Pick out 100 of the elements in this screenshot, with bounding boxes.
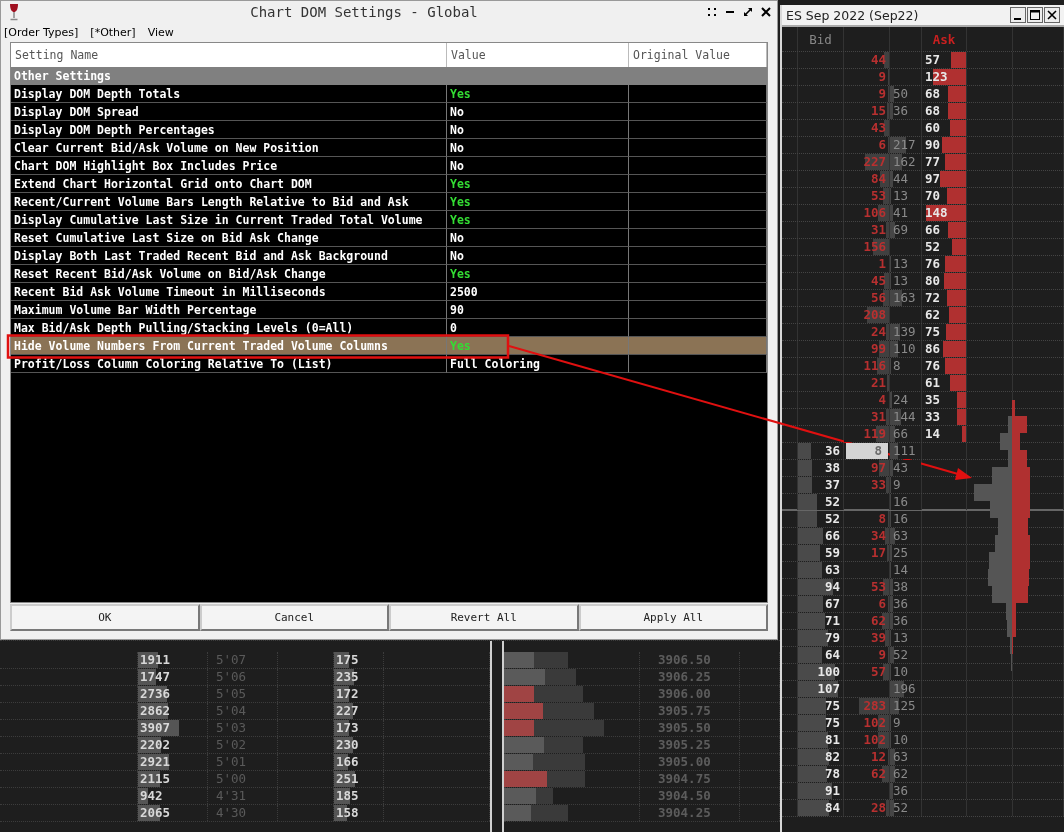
menu-item[interactable]: View — [147, 25, 174, 39]
ask-size: 52 — [922, 239, 966, 255]
setting-value[interactable]: Yes — [450, 176, 471, 191]
bid-size: 59 — [798, 545, 843, 561]
price-label: 3905.00 — [657, 754, 712, 770]
setting-value[interactable]: No — [450, 140, 464, 155]
recent-bid-volume: 119 — [844, 426, 889, 442]
setting-name: Display DOM Depth Totals — [14, 86, 181, 101]
ask-size: 35 — [922, 392, 966, 408]
settings-row[interactable]: Display DOM Spread No — [11, 103, 767, 121]
bid-size: 81 — [798, 732, 843, 748]
setting-value[interactable]: No — [450, 248, 464, 263]
time-label: 5'07 — [215, 652, 248, 668]
setting-value[interactable]: No — [450, 230, 464, 245]
settings-row[interactable]: Reset Recent Bid/Ask Volume on Bid/Ask Change Yes — [11, 265, 767, 283]
column-header: Original Value — [633, 48, 730, 62]
setting-name: Recent Bid Ask Volume Timeout in Milliseconds — [14, 284, 326, 299]
setting-name: Hide Volume Numbers From Current Traded Volume Columns — [14, 338, 388, 353]
traded-volume: 16 — [890, 494, 921, 510]
close-icon[interactable] — [1044, 7, 1060, 23]
settings-row[interactable]: Recent Bid Ask Volume Timeout in Milliseconds 2500 — [11, 283, 767, 301]
price-label: 3904.75 — [657, 771, 712, 787]
recent-bid-volume: 8 — [846, 443, 888, 459]
setting-value[interactable]: No — [450, 104, 464, 119]
time-label: 5'01 — [215, 754, 248, 770]
ask-size: 33 — [922, 409, 966, 425]
maximize-icon[interactable] — [1027, 7, 1043, 23]
settings-row[interactable]: Display DOM Depth Totals Yes — [11, 85, 767, 103]
ask-size: 68 — [922, 103, 966, 119]
bid-size: 107 — [798, 681, 843, 697]
dialog-button[interactable]: Revert All — [389, 604, 579, 631]
ask-size: 75 — [922, 324, 966, 340]
price-label: 3905.25 — [657, 737, 712, 753]
setting-name: Clear Current Bid/Ask Volume on New Position — [14, 140, 319, 155]
price-label: 3906.50 — [657, 652, 712, 668]
settings-row[interactable]: Maximum Volume Bar Width Percentage 90 — [11, 301, 767, 319]
close-icon[interactable] — [761, 7, 771, 17]
bid-size: 52 — [798, 494, 843, 510]
setting-value[interactable]: Yes — [450, 266, 471, 281]
dialog-button[interactable]: Cancel — [199, 604, 389, 631]
settings-row[interactable]: Extend Chart Horizontal Grid onto Chart DOM Yes — [11, 175, 767, 193]
price-label: 3904.50 — [657, 788, 712, 804]
bid-size: 79 — [798, 630, 843, 646]
setting-value[interactable]: Yes — [450, 194, 471, 209]
time-label: 5'03 — [215, 720, 248, 736]
ask-size: 60 — [922, 120, 966, 136]
time-label: 5'00 — [215, 771, 248, 787]
settings-row[interactable]: Chart DOM Highlight Box Includes Price No — [11, 157, 767, 175]
bid-size: 38 — [798, 460, 843, 476]
settings-row[interactable]: Recent/Current Volume Bars Length Relative to Bid and Ask Yes — [11, 193, 767, 211]
dialog-button[interactable]: Apply All — [578, 604, 768, 631]
settings-row[interactable]: Display Cumulative Last Size in Current Traded Total Volume Yes — [11, 211, 767, 229]
ask-size: 76 — [922, 256, 966, 272]
settings-row[interactable]: Max Bid/Ask Depth Pulling/Stacking Levels (0=All) 0 — [11, 319, 767, 337]
bid-size: 100 — [798, 664, 843, 680]
setting-value[interactable]: Full Coloring — [450, 356, 540, 371]
setting-name: Profit/Loss Column Coloring Relative To (List) — [14, 356, 333, 371]
setting-value[interactable]: 2500 — [450, 284, 478, 299]
time-label: 5'05 — [215, 686, 248, 702]
settings-row[interactable]: Reset Cumulative Last Size on Bid Ask Change No — [11, 229, 767, 247]
ask-size: 70 — [922, 188, 966, 204]
setting-value[interactable]: 0 — [450, 320, 457, 335]
resize-icon[interactable] — [743, 7, 753, 17]
ask-size: 66 — [922, 222, 966, 238]
setting-name: Maximum Volume Bar Width Percentage — [14, 302, 257, 317]
time-label: 5'04 — [215, 703, 248, 719]
settings-row[interactable]: Display Both Last Traded Recent Bid and Ask Background No — [11, 247, 767, 265]
setting-name: Reset Cumulative Last Size on Bid Ask Change — [14, 230, 319, 245]
traded-volume: 43 — [890, 460, 921, 476]
bid-size: 64 — [798, 647, 843, 663]
column-header: Value — [451, 48, 486, 62]
bid-size: 78 — [798, 766, 843, 782]
price-label: 3904.25 — [657, 805, 712, 821]
setting-value[interactable]: 90 — [450, 302, 464, 317]
ask-size: 76 — [922, 358, 966, 374]
settings-row[interactable]: Profit/Loss Column Coloring Relative To (List) Full Coloring — [11, 355, 767, 373]
setting-value[interactable]: Yes — [450, 86, 471, 101]
setting-value[interactable]: No — [450, 122, 464, 137]
settings-row[interactable]: Hide Volume Numbers From Current Traded Volume Columns Yes — [11, 337, 767, 355]
setting-name: Reset Recent Bid/Ask Volume on Bid/Ask Change — [14, 266, 326, 281]
bid-size: 91 — [798, 783, 843, 799]
setting-name: Extend Chart Horizontal Grid onto Chart DOM — [14, 176, 312, 191]
minimize-icon[interactable] — [1010, 7, 1026, 23]
setting-value[interactable]: No — [450, 158, 464, 173]
settings-row[interactable]: Clear Current Bid/Ask Volume on New Position No — [11, 139, 767, 157]
setting-name: Display DOM Spread — [14, 104, 139, 119]
menu-item[interactable]: [*Other] — [90, 25, 136, 39]
settings-row[interactable]: Display DOM Depth Percentages No — [11, 121, 767, 139]
ask-size: 57 — [922, 52, 966, 68]
grip-icon[interactable] — [707, 7, 717, 17]
setting-name: Display DOM Depth Percentages — [14, 122, 215, 137]
bid-size: 67 — [798, 596, 843, 612]
setting-value[interactable]: Yes — [450, 212, 471, 227]
price-label: 3905.50 — [657, 720, 712, 736]
menu-item[interactable]: [Order Types] — [4, 25, 79, 39]
dialog-button[interactable]: OK — [10, 604, 200, 631]
bid-size: 63 — [798, 562, 843, 578]
column-header: Bid — [809, 31, 832, 47]
setting-name: Chart DOM Highlight Box Includes Price — [14, 158, 278, 173]
time-label: 5'06 — [215, 669, 248, 685]
